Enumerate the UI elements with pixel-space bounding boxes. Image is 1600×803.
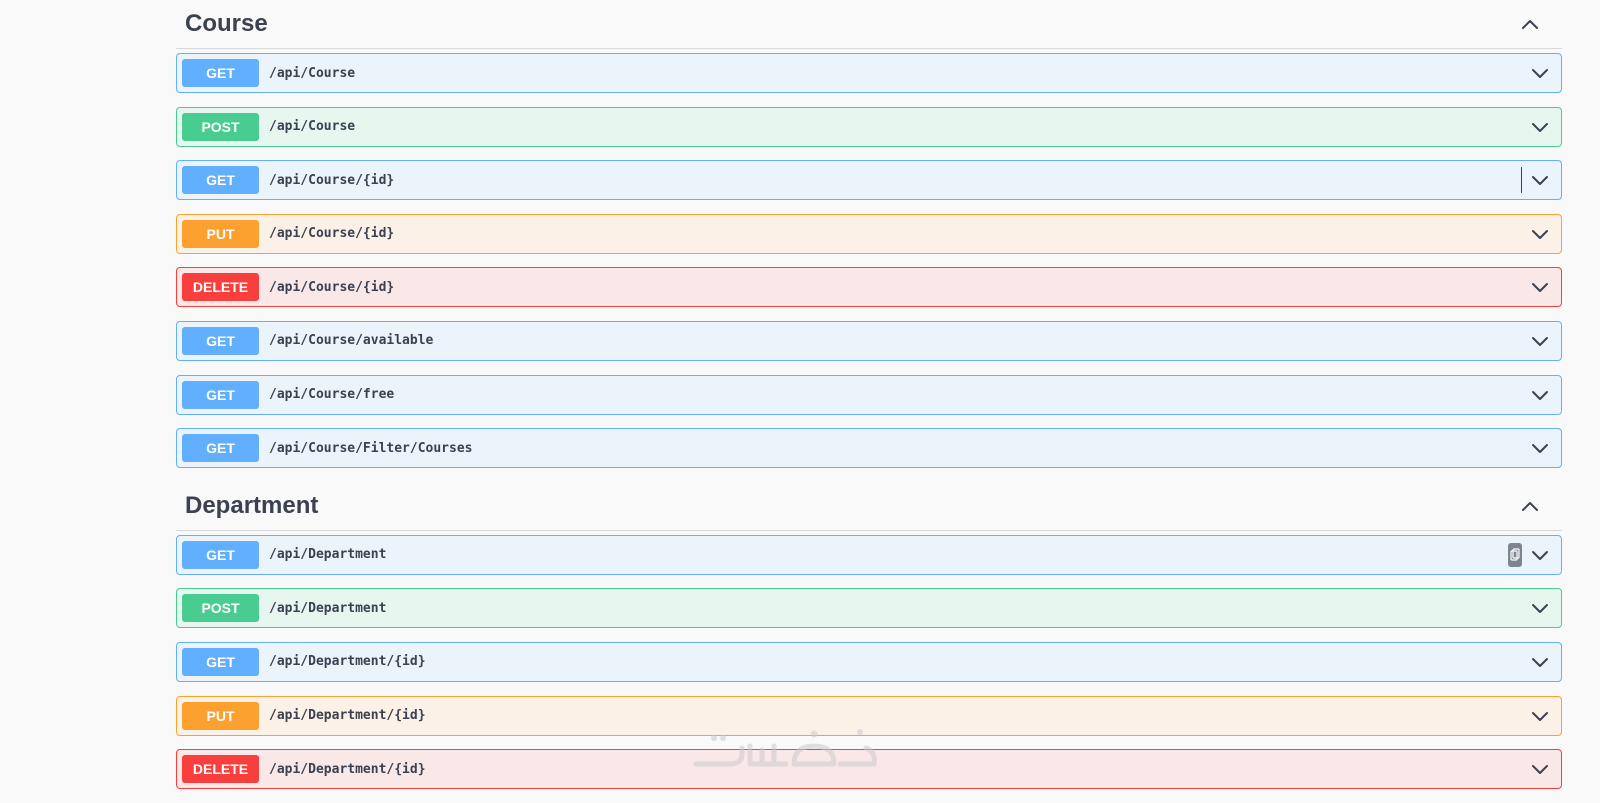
operation-row[interactable]: GET /api/Course/{id} bbox=[176, 160, 1562, 201]
operation-row[interactable]: GET /api/Course/available bbox=[176, 320, 1562, 361]
operation-path: /api/Course bbox=[269, 65, 356, 81]
operation-path: /api/Course/{id} bbox=[269, 279, 395, 295]
operation-path: /api/Department bbox=[269, 547, 387, 563]
tag-header-course[interactable]: Course bbox=[176, 0, 1562, 49]
operation-row[interactable]: POST /api/Department bbox=[176, 588, 1562, 629]
chevron-down-icon[interactable] bbox=[1530, 385, 1550, 405]
method-badge: DELETE bbox=[182, 755, 259, 784]
chevron-down-icon[interactable] bbox=[1530, 598, 1550, 618]
operation-row[interactable]: GET /api/Department/{id} bbox=[176, 641, 1562, 682]
operation-path: /api/Course/available bbox=[269, 333, 434, 349]
operation-path: /api/Department/{id} bbox=[269, 761, 426, 777]
chevron-down-icon[interactable] bbox=[1530, 706, 1550, 726]
chevron-down-icon[interactable] bbox=[1530, 170, 1550, 190]
chevron-up-icon[interactable] bbox=[1520, 496, 1540, 516]
method-badge: POST bbox=[182, 594, 259, 623]
method-badge: GET bbox=[182, 59, 259, 87]
method-badge: POST bbox=[182, 112, 259, 141]
chevron-down-icon[interactable] bbox=[1530, 545, 1550, 565]
chevron-down-icon[interactable] bbox=[1530, 438, 1550, 458]
operation-path: /api/Course/Filter/Courses bbox=[269, 440, 473, 456]
method-badge: GET bbox=[182, 647, 259, 676]
chevron-down-icon[interactable] bbox=[1530, 224, 1550, 244]
tag-title: Department bbox=[185, 491, 319, 519]
chevron-down-icon[interactable] bbox=[1530, 652, 1550, 672]
tag-header-department[interactable]: Department bbox=[176, 482, 1562, 531]
operation-row[interactable]: PUT /api/Department/{id} bbox=[176, 695, 1562, 736]
method-badge: GET bbox=[182, 326, 259, 355]
method-badge: GET bbox=[182, 166, 259, 195]
chevron-down-icon[interactable] bbox=[1530, 331, 1550, 351]
operation-row[interactable]: GET /api/Course bbox=[176, 53, 1562, 93]
copy-icon[interactable] bbox=[1508, 542, 1522, 567]
operation-row[interactable]: POST /api/Course bbox=[176, 106, 1562, 147]
operation-path: /api/Department bbox=[269, 600, 387, 616]
operation-row[interactable]: DELETE /api/Department/{id} bbox=[176, 749, 1562, 790]
swagger-operations-list: Course GET /api/Course POST /api/Course bbox=[176, 0, 1562, 803]
operation-row[interactable]: PUT /api/Course/{id} bbox=[176, 213, 1562, 254]
operation-path: /api/Department/{id} bbox=[269, 708, 426, 724]
divider-bar bbox=[1521, 167, 1522, 194]
method-badge: PUT bbox=[182, 219, 259, 248]
method-badge: GET bbox=[182, 540, 259, 569]
chevron-up-icon[interactable] bbox=[1520, 14, 1540, 34]
tag-section-department: Department GET /api/Department POST /api… bbox=[176, 482, 1562, 790]
operation-row[interactable]: DELETE /api/Course/{id} bbox=[176, 267, 1562, 308]
operation-row[interactable]: GET /api/Course/free bbox=[176, 374, 1562, 415]
operation-path: /api/Course/{id} bbox=[269, 226, 395, 242]
method-badge: GET bbox=[182, 434, 259, 463]
operation-path: /api/Course/free bbox=[269, 387, 395, 403]
chevron-down-icon[interactable] bbox=[1530, 759, 1550, 779]
tag-title: Course bbox=[185, 10, 268, 37]
chevron-down-icon[interactable] bbox=[1530, 117, 1550, 137]
operation-row[interactable]: GET /api/Course/Filter/Courses bbox=[176, 428, 1562, 469]
method-badge: DELETE bbox=[182, 273, 259, 302]
operation-path: /api/Department/{id} bbox=[269, 654, 426, 670]
chevron-down-icon[interactable] bbox=[1530, 277, 1550, 297]
chevron-down-icon[interactable] bbox=[1530, 63, 1550, 83]
tag-section-course: Course GET /api/Course POST /api/Course bbox=[176, 0, 1562, 469]
method-badge: PUT bbox=[182, 701, 259, 730]
operation-path: /api/Course bbox=[269, 119, 356, 135]
operation-row[interactable]: GET /api/Department bbox=[176, 534, 1562, 575]
operation-path: /api/Course/{id} bbox=[269, 172, 395, 188]
method-badge: GET bbox=[182, 380, 259, 409]
